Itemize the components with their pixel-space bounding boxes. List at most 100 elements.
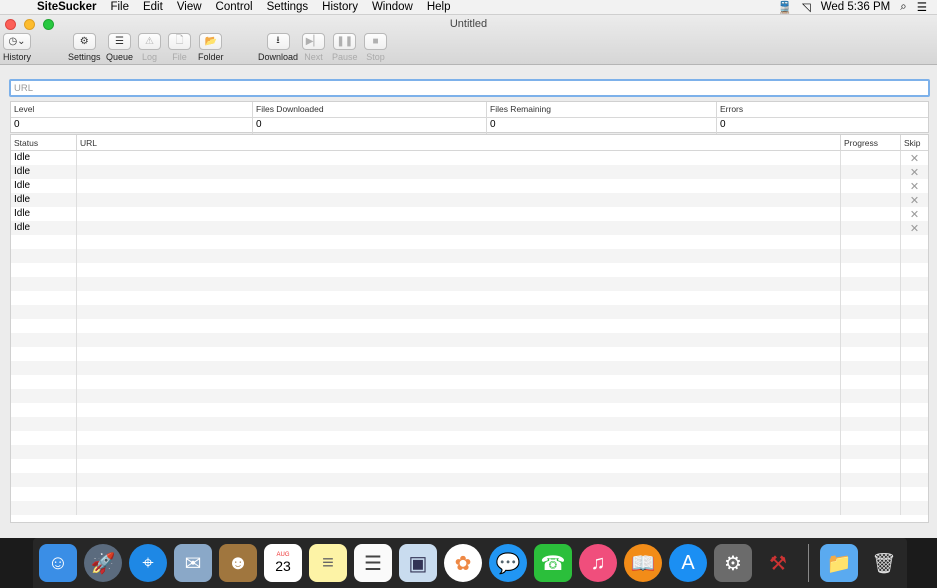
table-row[interactable] <box>11 333 928 347</box>
url-column-header[interactable]: URL <box>77 135 841 150</box>
contacts-icon[interactable]: ☻ <box>219 544 257 582</box>
history-clock-icon[interactable]: ◷⌄ <box>3 33 31 50</box>
download-toolbar-item[interactable]: ⭳ Download <box>258 33 298 62</box>
table-row[interactable] <box>11 501 928 515</box>
notes-icon[interactable]: ≡ <box>309 544 347 582</box>
wifi-icon[interactable]: ◹ <box>802 0 811 14</box>
table-row[interactable] <box>11 347 928 361</box>
sitesucker-vacuum-icon[interactable]: ⚒ <box>759 544 797 582</box>
gear-icon[interactable]: ⚙ <box>72 33 96 50</box>
notification-center-icon[interactable]: ☰ <box>917 0 927 14</box>
stop-toolbar-item[interactable]: ■ Stop <box>364 33 387 62</box>
spotlight-search-icon[interactable]: ⌕ <box>900 1 906 14</box>
progress-column-header[interactable]: Progress <box>841 135 901 150</box>
ibooks-icon[interactable]: 📖 <box>624 544 662 582</box>
table-body: Idle ✕ Idle ✕ Idle ✕ Idle ✕ Idle ✕ Idle ✕ <box>11 151 928 515</box>
keynote-icon[interactable]: ▣ <box>399 544 437 582</box>
skip-x-icon[interactable]: ✕ <box>910 166 919 179</box>
pause-icon[interactable]: ❚❚ <box>333 33 357 50</box>
skip-x-icon[interactable]: ✕ <box>910 222 919 235</box>
downloads-folder-icon[interactable]: 📁 <box>820 544 858 582</box>
menu-file[interactable]: File <box>103 1 136 13</box>
table-row[interactable] <box>11 375 928 389</box>
skip-column-header[interactable]: Skip <box>901 135 928 150</box>
file-toolbar-item[interactable]: 🗋 File <box>168 33 191 62</box>
table-row[interactable]: Idle ✕ <box>11 165 928 179</box>
skip-cell <box>901 347 928 361</box>
table-row[interactable] <box>11 431 928 445</box>
table-row[interactable] <box>11 235 928 249</box>
launchpad-rocket-icon[interactable]: 🚀 <box>84 544 122 582</box>
table-row[interactable] <box>11 487 928 501</box>
table-row[interactable] <box>11 417 928 431</box>
table-row[interactable] <box>11 249 928 263</box>
history-toolbar-item[interactable]: ◷⌄ History <box>3 33 31 62</box>
messages-icon[interactable]: 💬 <box>489 544 527 582</box>
stop-icon[interactable]: ■ <box>364 33 387 50</box>
table-row[interactable] <box>11 291 928 305</box>
level-header: Level <box>11 102 253 117</box>
train-icon[interactable]: 🚆 <box>778 0 792 14</box>
app-store-icon[interactable]: A <box>669 544 707 582</box>
warning-icon[interactable]: ⚠ <box>138 33 161 50</box>
status-cell <box>11 277 77 291</box>
menu-settings[interactable]: Settings <box>260 1 316 13</box>
finder-icon[interactable]: ☺ <box>39 544 77 582</box>
table-row[interactable] <box>11 459 928 473</box>
status-cell <box>11 249 77 263</box>
mail-stamp-icon[interactable]: ✉ <box>174 544 212 582</box>
skip-x-icon[interactable]: ✕ <box>910 208 919 221</box>
table-row[interactable]: Idle ✕ <box>11 193 928 207</box>
status-column-header[interactable]: Status <box>11 135 77 150</box>
url-cell <box>77 235 841 249</box>
table-row[interactable] <box>11 445 928 459</box>
document-icon[interactable]: 🗋 <box>168 33 191 50</box>
download-table[interactable]: Status URL Progress Skip Idle ✕ Idle ✕ Idle ✕… <box>10 134 929 523</box>
url-input[interactable]: URL <box>9 79 930 97</box>
download-icon[interactable]: ⭳ <box>266 33 290 50</box>
menu-history[interactable]: History <box>315 1 365 13</box>
calendar-icon[interactable]: AUG 23 <box>264 544 302 582</box>
next-toolbar-item[interactable]: ▶▏ Next <box>302 33 325 62</box>
table-row[interactable]: Idle ✕ <box>11 207 928 221</box>
photos-icon[interactable]: ✿ <box>444 544 482 582</box>
folder-toolbar-item[interactable]: 📂 Folder <box>198 33 224 62</box>
skip-x-icon[interactable]: ✕ <box>910 152 919 165</box>
menu-window[interactable]: Window <box>365 1 420 13</box>
skip-x-icon[interactable]: ✕ <box>910 194 919 207</box>
trash-icon[interactable]: 🗑 <box>865 544 903 582</box>
status-cell <box>11 319 77 333</box>
folder-icon[interactable]: 📂 <box>199 33 223 50</box>
table-row[interactable] <box>11 263 928 277</box>
table-row[interactable] <box>11 277 928 291</box>
itunes-music-icon[interactable]: ♫ <box>579 544 617 582</box>
table-row[interactable] <box>11 361 928 375</box>
menu-app-name[interactable]: SiteSucker <box>30 1 103 13</box>
skip-cell: ✕ <box>901 179 928 193</box>
table-row[interactable] <box>11 389 928 403</box>
list-icon[interactable]: ☰ <box>108 33 132 50</box>
reminders-icon[interactable]: ☰ <box>354 544 392 582</box>
menu-control[interactable]: Control <box>209 1 260 13</box>
menu-help[interactable]: Help <box>420 1 458 13</box>
menu-edit[interactable]: Edit <box>136 1 170 13</box>
queue-toolbar-item[interactable]: ☰ Queue <box>106 33 133 62</box>
table-row[interactable]: Idle ✕ <box>11 179 928 193</box>
table-row[interactable] <box>11 305 928 319</box>
facetime-icon[interactable]: ☎ <box>534 544 572 582</box>
settings-toolbar-item[interactable]: ⚙ Settings <box>68 33 101 62</box>
skip-x-icon[interactable]: ✕ <box>910 180 919 193</box>
safari-compass-icon[interactable]: ⌖ <box>129 544 167 582</box>
next-icon[interactable]: ▶▏ <box>302 33 325 50</box>
table-row[interactable] <box>11 473 928 487</box>
menu-clock[interactable]: Wed 5:36 PM <box>821 1 890 13</box>
url-cell <box>77 473 841 487</box>
menu-view[interactable]: View <box>170 1 209 13</box>
pause-toolbar-item[interactable]: ❚❚ Pause <box>332 33 358 62</box>
table-row[interactable]: Idle ✕ <box>11 151 928 165</box>
table-row[interactable]: Idle ✕ <box>11 221 928 235</box>
log-toolbar-item[interactable]: ⚠ Log <box>138 33 161 62</box>
table-row[interactable] <box>11 403 928 417</box>
system-preferences-gear-icon[interactable]: ⚙ <box>714 544 752 582</box>
table-row[interactable] <box>11 319 928 333</box>
